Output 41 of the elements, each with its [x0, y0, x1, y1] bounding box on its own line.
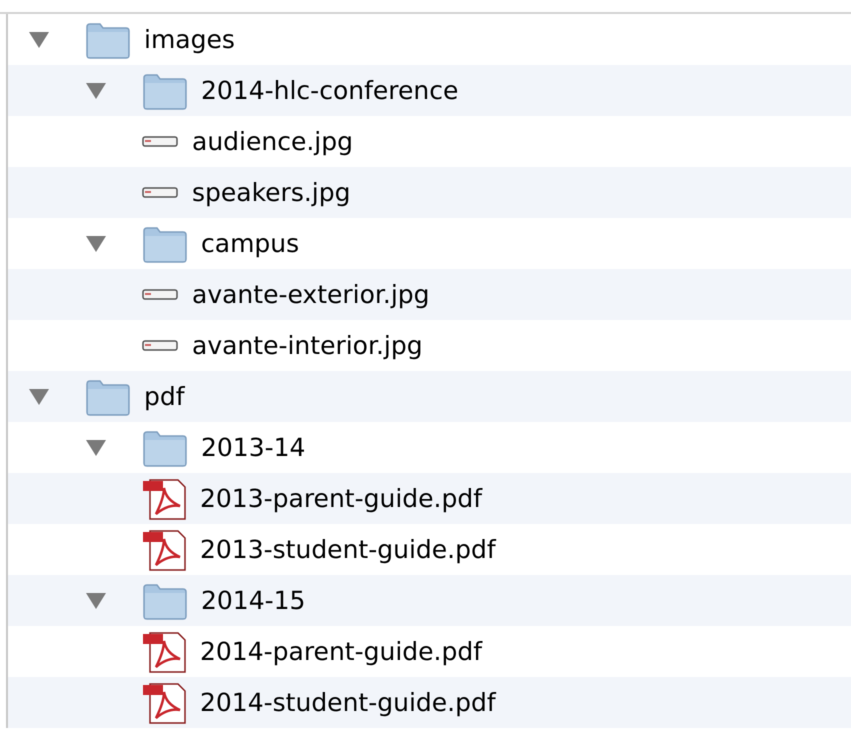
- file-icon: [142, 186, 178, 200]
- folder-name: 2014-15: [201, 584, 306, 617]
- disclosure-triangle-icon[interactable]: [85, 82, 107, 100]
- folder-name: 2013-14: [201, 432, 306, 464]
- file-icon: [142, 338, 178, 352]
- file-name: 2013-parent-guide.pdf: [200, 482, 482, 515]
- file-icon: [142, 134, 178, 148]
- folder-icon: [86, 378, 130, 416]
- disclosure-triangle-icon[interactable]: [85, 592, 107, 610]
- folder-icon: [143, 224, 187, 262]
- pdf-file-icon: [142, 630, 186, 672]
- folder-name: 2014-hlc-conference: [201, 74, 458, 107]
- folder-name: campus: [201, 228, 300, 260]
- file-icon: [142, 288, 178, 302]
- disclosure-triangle-icon[interactable]: [85, 234, 107, 252]
- disclosure-triangle-icon[interactable]: [28, 388, 50, 406]
- folder-name: images: [144, 24, 235, 56]
- file-name: avante-interior.jpg: [192, 330, 423, 362]
- folder-icon: [143, 72, 187, 110]
- file-name: 2014-parent-guide.pdf: [200, 636, 482, 668]
- file-name: audience.jpg: [192, 126, 353, 158]
- tree-row[interactable]: 2013-parent-guide.pdf: [8, 473, 851, 524]
- folder-icon: [143, 428, 187, 466]
- folder-icon: [86, 20, 130, 58]
- pdf-file-icon: [142, 478, 186, 520]
- tree-row[interactable]: avante-exterior.jpg: [8, 269, 851, 320]
- tree-row[interactable]: pdf: [8, 371, 851, 422]
- pdf-file-icon: [142, 682, 186, 724]
- file-name: 2014-student-guide.pdf: [200, 686, 496, 719]
- file-name: avante-exterior.jpg: [192, 278, 430, 311]
- file-name: 2013-student-guide.pdf: [200, 534, 496, 566]
- file-name: speakers.jpg: [192, 176, 350, 209]
- tree-row[interactable]: 2014-hlc-conference: [8, 65, 851, 116]
- disclosure-triangle-icon[interactable]: [85, 438, 107, 456]
- tree-row[interactable]: 2014-student-guide.pdf: [8, 677, 851, 728]
- pdf-file-icon: [142, 528, 186, 570]
- folder-name: pdf: [144, 380, 185, 413]
- tree-row[interactable]: 2014-15: [8, 575, 851, 626]
- tree-row[interactable]: speakers.jpg: [8, 167, 851, 218]
- disclosure-triangle-icon[interactable]: [28, 30, 50, 48]
- folder-icon: [143, 582, 187, 620]
